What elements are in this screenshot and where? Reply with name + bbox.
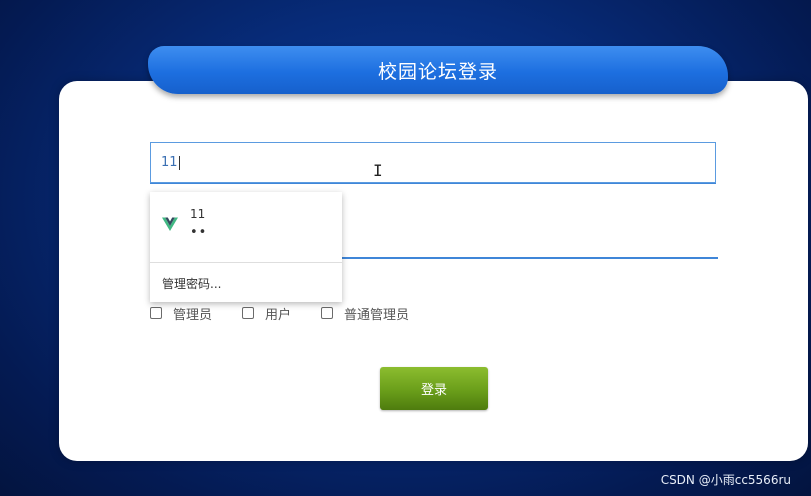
role-general-admin-label: 普通管理员	[344, 307, 410, 323]
page-title: 校园论坛登录	[148, 46, 728, 94]
vue-logo-icon	[162, 217, 178, 231]
autofill-entry[interactable]: 11 ••	[150, 192, 342, 263]
role-selector: 管理员 用户 普通管理员	[150, 304, 409, 323]
role-admin-checkbox[interactable]	[150, 307, 162, 319]
username-input[interactable]: 11	[150, 142, 716, 183]
role-user-label: 用户	[265, 307, 292, 323]
role-general-admin[interactable]: 普通管理员	[321, 304, 409, 323]
login-button[interactable]: 登录	[380, 367, 488, 410]
role-admin-label: 管理员	[173, 307, 213, 323]
login-button-label: 登录	[420, 383, 447, 398]
role-admin[interactable]: 管理员	[150, 304, 212, 323]
role-user[interactable]: 用户	[242, 304, 291, 323]
autofill-dropdown: 11 •• 管理密码...	[150, 192, 342, 302]
i-beam-cursor-icon: I	[373, 161, 383, 180]
manage-passwords-link[interactable]: 管理密码...	[162, 275, 221, 292]
role-general-admin-checkbox[interactable]	[321, 307, 334, 319]
autofill-password-mask: ••	[190, 225, 208, 240]
autofill-username: 11	[190, 207, 206, 221]
watermark: CSDN @小雨cc5566ru	[660, 473, 791, 487]
text-caret	[178, 155, 180, 170]
username-value: 11	[161, 155, 178, 170]
role-user-checkbox[interactable]	[242, 307, 255, 319]
page-title-text: 校园论坛登录	[377, 60, 498, 83]
